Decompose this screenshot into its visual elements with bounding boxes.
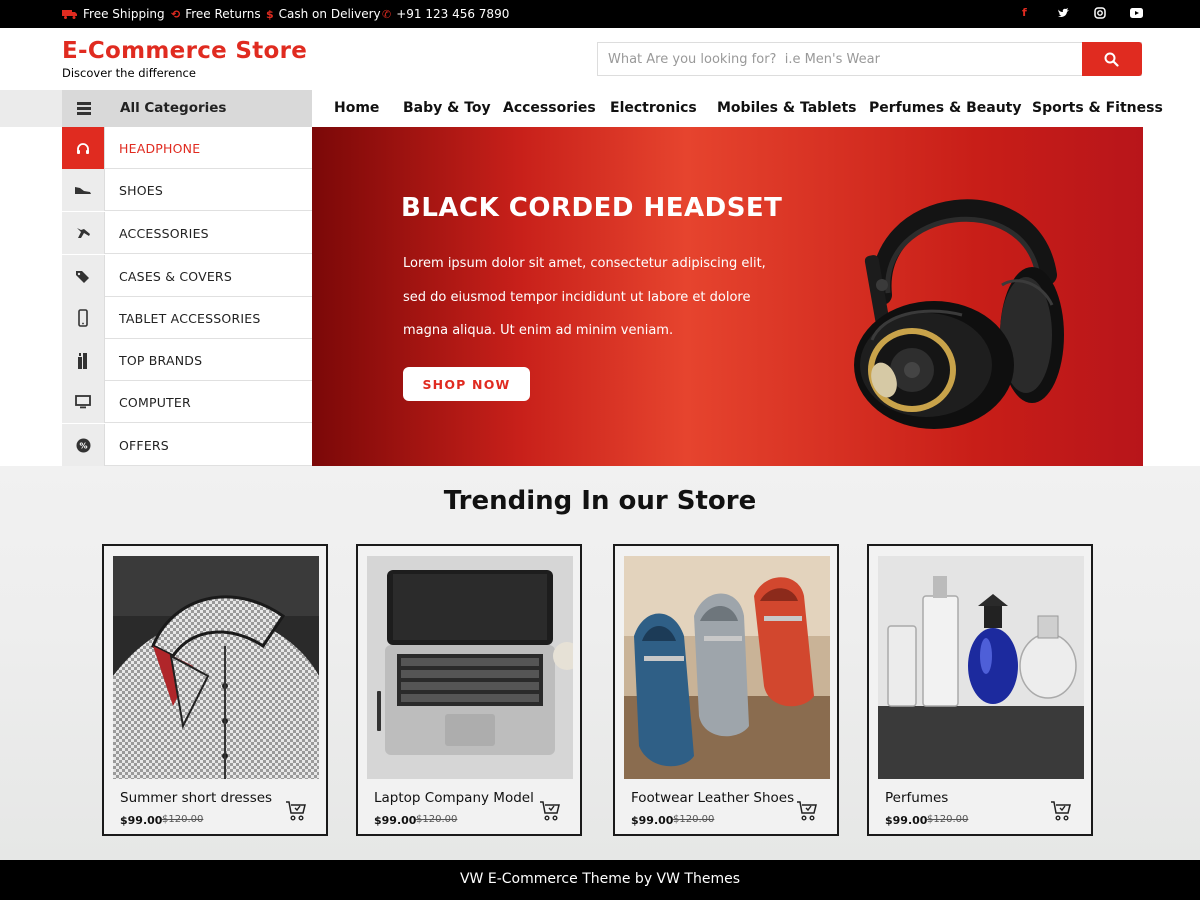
nav-accessories[interactable]: Accessories bbox=[503, 100, 596, 116]
truck-icon bbox=[62, 10, 77, 19]
product-price: $99.00 bbox=[374, 814, 417, 827]
search-input[interactable] bbox=[598, 43, 1083, 75]
product-image-shoes[interactable] bbox=[624, 556, 830, 779]
free-returns-item: ⟲ Free Returns bbox=[171, 7, 261, 21]
product-name[interactable]: Laptop Company Model bbox=[374, 790, 534, 806]
category-cases-covers[interactable]: CASES & COVERS bbox=[62, 255, 312, 297]
facebook-icon[interactable]: f bbox=[1022, 6, 1027, 19]
search-bar bbox=[597, 42, 1142, 76]
product-old-price: $120.00 bbox=[416, 814, 458, 825]
product-image-perfume[interactable] bbox=[878, 556, 1084, 779]
product-card[interactable]: Footwear Leather Shoes $99.00 $120.00 bbox=[613, 544, 839, 836]
product-name[interactable]: Summer short dresses bbox=[120, 790, 272, 806]
top-bar: Free Shipping ⟲ Free Returns $ Cash on D… bbox=[0, 0, 1200, 28]
nav-baby-toy[interactable]: Baby & Toy bbox=[403, 100, 491, 116]
hero-text: Lorem ipsum dolor sit amet, consectetur … bbox=[403, 256, 766, 338]
product-old-price: $120.00 bbox=[673, 814, 715, 825]
hero-title: BLACK CORDED HEADSET bbox=[401, 193, 783, 223]
product-price: $99.00 bbox=[885, 814, 928, 827]
product-name[interactable]: Perfumes bbox=[885, 790, 948, 806]
tags-icon bbox=[62, 255, 105, 297]
instagram-icon[interactable] bbox=[1094, 7, 1106, 19]
nav-perfumes-beauty[interactable]: Perfumes & Beauty bbox=[869, 100, 1022, 116]
percent-badge-icon: % bbox=[62, 424, 105, 466]
free-shipping-label: Free Shipping bbox=[83, 7, 165, 21]
nav-mobiles-tablets[interactable]: Mobiles & Tablets bbox=[717, 100, 857, 116]
shop-now-button[interactable]: SHOP NOW bbox=[403, 367, 530, 401]
main-nav: Home Baby & Toy Accessories Electronics … bbox=[312, 90, 1200, 127]
category-computer[interactable]: COMPUTER bbox=[62, 381, 312, 423]
product-name[interactable]: Footwear Leather Shoes bbox=[631, 790, 794, 806]
product-price: $99.00 bbox=[631, 814, 674, 827]
free-shipping-item: Free Shipping bbox=[62, 7, 165, 21]
all-categories-label: All Categories bbox=[120, 100, 227, 116]
category-label: CASES & COVERS bbox=[119, 269, 232, 284]
category-accessories[interactable]: ACCESSORIES bbox=[62, 212, 312, 254]
hero-slider: BLACK CORDED HEADSET Lorem ipsum dolor s… bbox=[312, 127, 1143, 466]
brands-icon bbox=[62, 339, 105, 381]
nav-home[interactable]: Home bbox=[334, 100, 379, 116]
twitter-icon[interactable] bbox=[1058, 8, 1070, 18]
product-image-shirt[interactable] bbox=[113, 556, 319, 779]
all-categories-button[interactable]: All Categories bbox=[62, 90, 312, 127]
free-returns-label: Free Returns bbox=[185, 7, 261, 21]
category-label: OFFERS bbox=[119, 438, 169, 453]
search-icon bbox=[1104, 52, 1119, 67]
category-label: TOP BRANDS bbox=[119, 353, 203, 368]
nav-electronics[interactable]: Electronics bbox=[610, 100, 697, 116]
product-card[interactable]: Laptop Company Model $99.00 $120.00 bbox=[356, 544, 582, 836]
product-card[interactable]: Summer short dresses $99.00 $120.00 bbox=[102, 544, 328, 836]
add-to-cart-icon[interactable] bbox=[285, 800, 307, 822]
shoe-icon bbox=[62, 169, 105, 211]
category-top-brands[interactable]: TOP BRANDS bbox=[62, 339, 312, 381]
returns-icon: ⟲ bbox=[171, 7, 181, 21]
product-old-price: $120.00 bbox=[162, 814, 204, 825]
trending-title: Trending In our Store bbox=[443, 486, 757, 516]
youtube-icon[interactable] bbox=[1130, 8, 1143, 18]
site-tagline: Discover the difference bbox=[62, 66, 196, 80]
accessories-icon bbox=[62, 212, 105, 254]
tablet-icon bbox=[62, 297, 105, 339]
nav-sports-fitness[interactable]: Sports & Fitness bbox=[1032, 100, 1163, 116]
monitor-icon bbox=[62, 381, 105, 423]
hamburger-icon bbox=[77, 102, 91, 115]
phone-icon: ✆ bbox=[382, 7, 392, 21]
footer-credit: VW E-Commerce Theme by VW Themes bbox=[0, 860, 1200, 900]
category-sidebar: HEADPHONE SHOES ACCESSORIES CASES & COVE… bbox=[62, 127, 312, 466]
category-shoes[interactable]: SHOES bbox=[62, 169, 312, 211]
add-to-cart-icon[interactable] bbox=[796, 800, 818, 822]
search-button[interactable] bbox=[1082, 42, 1142, 76]
site-logo[interactable]: E-Commerce Store bbox=[62, 38, 307, 64]
product-card[interactable]: Perfumes $99.00 $120.00 bbox=[867, 544, 1093, 836]
add-to-cart-icon[interactable] bbox=[539, 800, 561, 822]
headphone-product-image bbox=[854, 199, 1064, 429]
cash-on-delivery-label: Cash on Delivery bbox=[278, 7, 381, 21]
product-image-laptop[interactable] bbox=[367, 556, 573, 779]
category-label: ACCESSORIES bbox=[119, 226, 209, 241]
category-label: HEADPHONE bbox=[119, 141, 201, 156]
product-old-price: $120.00 bbox=[927, 814, 969, 825]
phone-item[interactable]: ✆ +91 123 456 7890 bbox=[382, 7, 509, 21]
headphone-icon bbox=[62, 127, 105, 169]
product-price: $99.00 bbox=[120, 814, 163, 827]
cash-on-delivery-item: $ Cash on Delivery bbox=[266, 7, 381, 21]
category-label: TABLET ACCESSORIES bbox=[119, 311, 261, 326]
category-tablet-accessories[interactable]: TABLET ACCESSORIES bbox=[62, 297, 312, 339]
svg-text:%: % bbox=[79, 441, 87, 450]
dollar-icon: $ bbox=[266, 7, 274, 21]
category-label: COMPUTER bbox=[119, 395, 191, 410]
category-label: SHOES bbox=[119, 183, 164, 198]
phone-label: +91 123 456 7890 bbox=[396, 7, 510, 21]
add-to-cart-icon[interactable] bbox=[1050, 800, 1072, 822]
category-headphone[interactable]: HEADPHONE bbox=[62, 127, 312, 169]
category-offers[interactable]: % OFFERS bbox=[62, 424, 312, 466]
